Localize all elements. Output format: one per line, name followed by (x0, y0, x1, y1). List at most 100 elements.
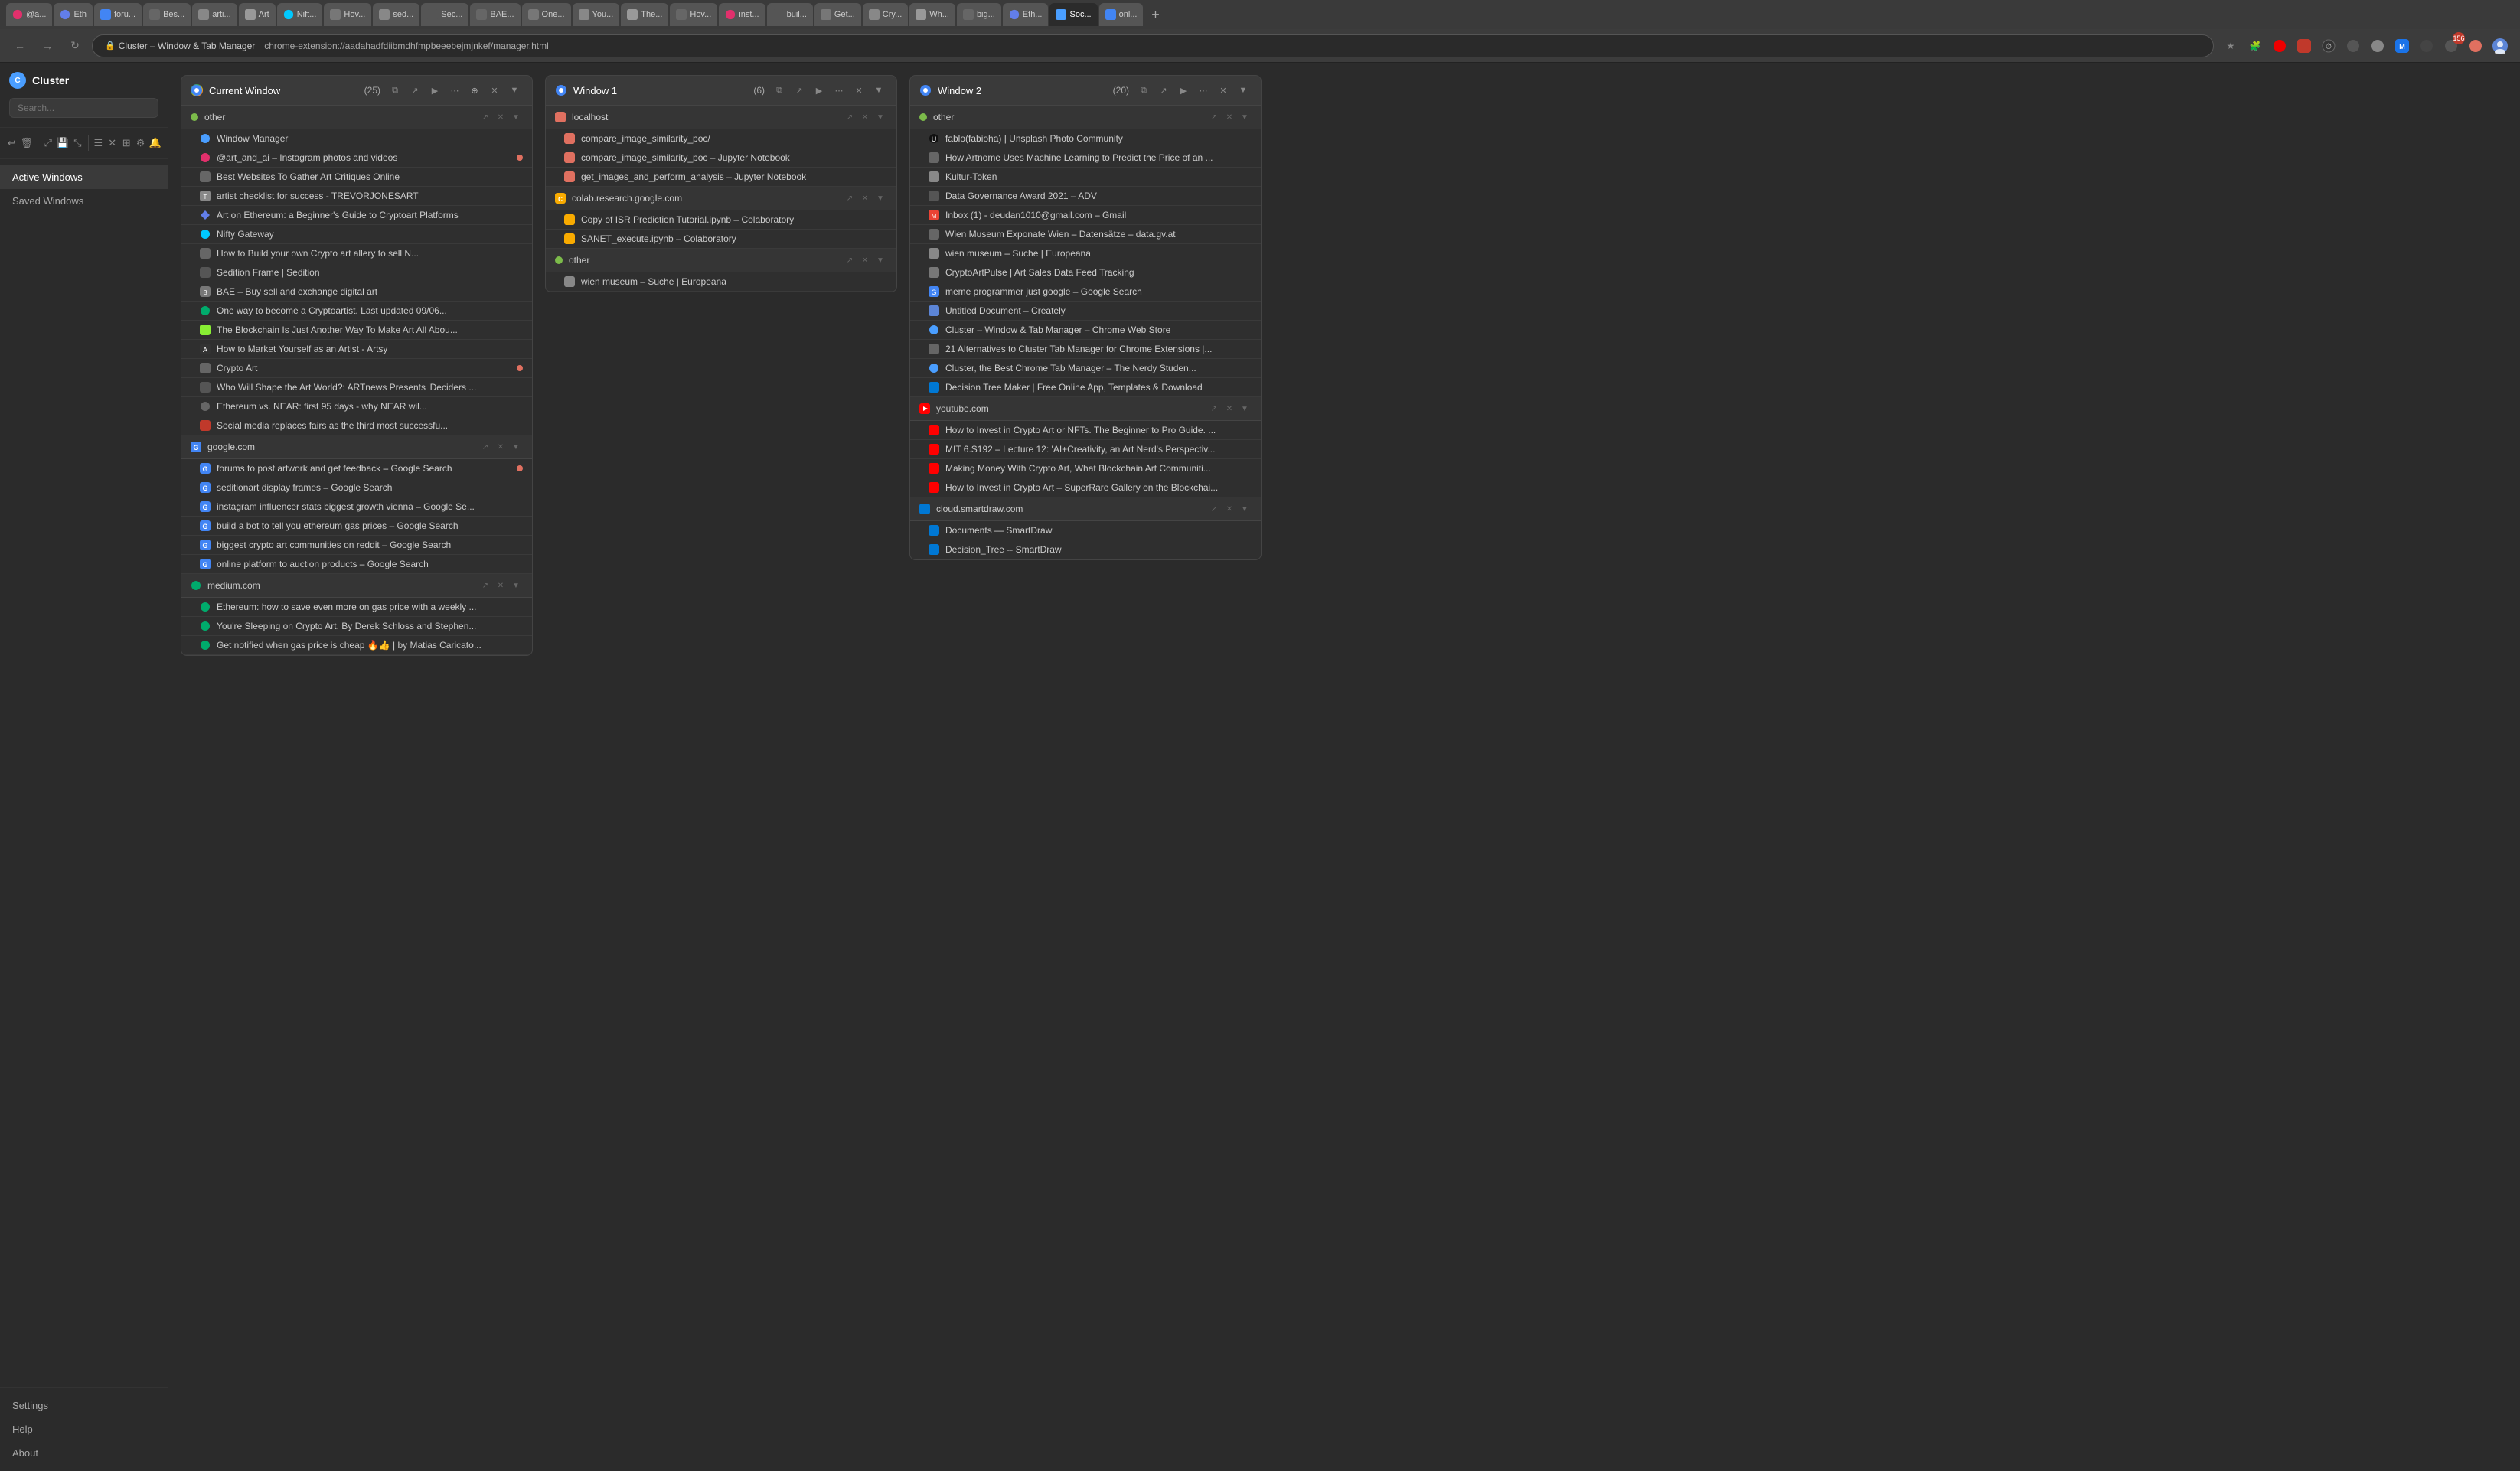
ext-icon-3[interactable]: ⏱ (2318, 35, 2339, 57)
tab-item[interactable]: Get... (814, 3, 861, 26)
ext-icon-1[interactable] (2269, 35, 2290, 57)
tab-row[interactable]: G online platform to auction products – … (181, 555, 532, 574)
tab-item[interactable]: arti... (192, 3, 237, 26)
tab-row[interactable]: Art on Ethereum: a Beginner's Guide to C… (181, 206, 532, 225)
group-close-btn[interactable]: ✕ (858, 191, 872, 205)
ext-icon-7[interactable] (2416, 35, 2437, 57)
tab-item[interactable]: Cry... (863, 3, 908, 26)
sidebar-item-active-windows[interactable]: Active Windows (0, 165, 168, 189)
window-collapse-btn[interactable]: ▼ (506, 82, 523, 99)
tab-item[interactable]: You... (573, 3, 620, 26)
w2-open-btn[interactable]: ↗ (1155, 82, 1172, 99)
w1-more-btn[interactable]: ⋯ (831, 82, 847, 99)
ext-icon-5[interactable] (2367, 35, 2388, 57)
tab-row[interactable]: @art_and_ai – Instagram photos and video… (181, 148, 532, 168)
tab-row[interactable]: 21 Alternatives to Cluster Tab Manager f… (910, 340, 1261, 359)
tab-item[interactable]: Sec... (421, 3, 468, 26)
w1-suspend-btn[interactable]: ▶ (811, 82, 827, 99)
tab-item[interactable]: The... (621, 3, 668, 26)
group-header-other-w1[interactable]: other ↗ ✕ ▼ (546, 249, 896, 272)
tab-row[interactable]: wien museum – Suche | Europeana (910, 244, 1261, 263)
group-header-youtube[interactable]: youtube.com ↗ ✕ ▼ (910, 397, 1261, 421)
tab-row[interactable]: Sedition Frame | Sedition (181, 263, 532, 282)
tab-item[interactable]: Nift... (277, 3, 323, 26)
tab-row[interactable]: Crypto Art (181, 359, 532, 378)
tab-item[interactable]: buil... (767, 3, 813, 26)
window-cursor-btn[interactable]: ⊕ (466, 82, 483, 99)
tab-row[interactable]: Who Will Shape the Art World?: ARTnews P… (181, 378, 532, 397)
tab-row[interactable]: How to Invest in Crypto Art – SuperRare … (910, 478, 1261, 497)
tab-row[interactable]: U fablo(fabioha) | Unsplash Photo Commun… (910, 129, 1261, 148)
tab-item[interactable]: Eth... (1003, 3, 1049, 26)
group-collapse-btn[interactable]: ▼ (1238, 402, 1252, 416)
close-button[interactable]: ✕ (106, 132, 117, 154)
group-collapse-btn[interactable]: ▼ (509, 110, 523, 124)
tab-row[interactable]: Get notified when gas price is cheap 🔥👍 … (181, 636, 532, 655)
tab-row[interactable]: How to Build your own Crypto art allery … (181, 244, 532, 263)
group-header-google[interactable]: G google.com ↗ ✕ ▼ (181, 435, 532, 459)
tab-row[interactable]: get_images_and_perform_analysis – Jupyte… (546, 168, 896, 187)
menu-button[interactable]: ☰ (93, 132, 103, 154)
group-close-btn[interactable]: ✕ (1222, 110, 1236, 124)
sidebar-item-saved-windows[interactable]: Saved Windows (0, 189, 168, 213)
tab-row[interactable]: Copy of ISR Prediction Tutorial.ipynb – … (546, 210, 896, 230)
tab-row[interactable]: One way to become a Cryptoartist. Last u… (181, 302, 532, 321)
ext-icon-6[interactable]: M (2391, 35, 2413, 57)
tab-row[interactable]: MIT 6.S192 – Lecture 12: 'AI+Creativity,… (910, 440, 1261, 459)
group-header-other[interactable]: other ↗ ✕ ▼ (181, 106, 532, 129)
window-close-btn[interactable]: ✕ (486, 82, 503, 99)
sidebar-item-about[interactable]: About (0, 1441, 168, 1465)
tab-item[interactable]: sed... (373, 3, 419, 26)
tab-row[interactable]: Untitled Document – Creately (910, 302, 1261, 321)
tab-row[interactable]: Documents — SmartDraw (910, 521, 1261, 540)
w1-collapse-btn[interactable]: ▼ (870, 82, 887, 99)
group-close-btn[interactable]: ✕ (858, 110, 872, 124)
group-open-btn[interactable]: ↗ (478, 440, 492, 454)
w2-close-btn[interactable]: ✕ (1215, 82, 1232, 99)
new-tab-button[interactable]: + (1144, 4, 1166, 25)
window-copy-btn[interactable]: ⧉ (387, 82, 403, 99)
tab-row[interactable]: G seditionart display frames – Google Se… (181, 478, 532, 497)
tab-row[interactable]: Cluster, the Best Chrome Tab Manager – T… (910, 359, 1261, 378)
tab-row[interactable]: Best Websites To Gather Art Critiques On… (181, 168, 532, 187)
tab-row[interactable]: Social media replaces fairs as the third… (181, 416, 532, 435)
save-session-button[interactable]: 💾 (57, 132, 69, 154)
group-collapse-btn[interactable]: ▼ (1238, 502, 1252, 516)
fullscreen-button[interactable]: ⤡ (72, 132, 83, 154)
w1-copy-btn[interactable]: ⧉ (771, 82, 788, 99)
extensions-button[interactable]: 🧩 (2244, 35, 2266, 57)
tab-item[interactable]: Art (239, 3, 276, 26)
ext-icon-2[interactable] (2293, 35, 2315, 57)
address-input-wrapper[interactable]: 🔒 Cluster – Window & Tab Manager chrome-… (92, 34, 2214, 57)
group-open-btn[interactable]: ↗ (478, 110, 492, 124)
search-input[interactable] (9, 98, 158, 118)
group-close-btn[interactable]: ✕ (494, 110, 508, 124)
tab-item[interactable]: Hov... (670, 3, 717, 26)
tab-row[interactable]: Ethereum: how to save even more on gas p… (181, 598, 532, 617)
tab-row[interactable]: How to Invest in Crypto Art or NFTs. The… (910, 421, 1261, 440)
tab-row[interactable]: Data Governance Award 2021 – ADV (910, 187, 1261, 206)
group-collapse-btn[interactable]: ▼ (1238, 110, 1252, 124)
tab-row[interactable]: M Inbox (1) - deudan1010@gmail.com – Gma… (910, 206, 1261, 225)
delete-button[interactable]: 🗑 (20, 132, 33, 154)
tab-row[interactable]: G instagram influencer stats biggest gro… (181, 497, 532, 517)
tab-row[interactable]: Making Money With Crypto Art, What Block… (910, 459, 1261, 478)
group-open-btn[interactable]: ↗ (1207, 110, 1221, 124)
tab-item[interactable]: Bes... (143, 3, 191, 26)
w2-suspend-btn[interactable]: ▶ (1175, 82, 1192, 99)
group-close-btn[interactable]: ✕ (1222, 402, 1236, 416)
tab-row[interactable]: A How to Market Yourself as an Artist - … (181, 340, 532, 359)
tab-item[interactable]: Wh... (909, 3, 955, 26)
tab-item[interactable]: foru... (94, 3, 142, 26)
w1-close-btn[interactable]: ✕ (850, 82, 867, 99)
group-header-smartdraw[interactable]: cloud.smartdraw.com ↗ ✕ ▼ (910, 497, 1261, 521)
bookmark-button[interactable]: ★ (2220, 35, 2241, 57)
w2-more-btn[interactable]: ⋯ (1195, 82, 1212, 99)
account-icon[interactable] (2489, 35, 2511, 57)
tab-row[interactable]: You're Sleeping on Crypto Art. By Derek … (181, 617, 532, 636)
group-open-btn[interactable]: ↗ (843, 110, 857, 124)
notifications-button[interactable]: 🔔 (149, 132, 162, 154)
tab-item[interactable]: onl... (1099, 3, 1144, 26)
tab-row[interactable]: Cluster – Window & Tab Manager – Chrome … (910, 321, 1261, 340)
tab-row[interactable]: G meme programmer just google – Google S… (910, 282, 1261, 302)
